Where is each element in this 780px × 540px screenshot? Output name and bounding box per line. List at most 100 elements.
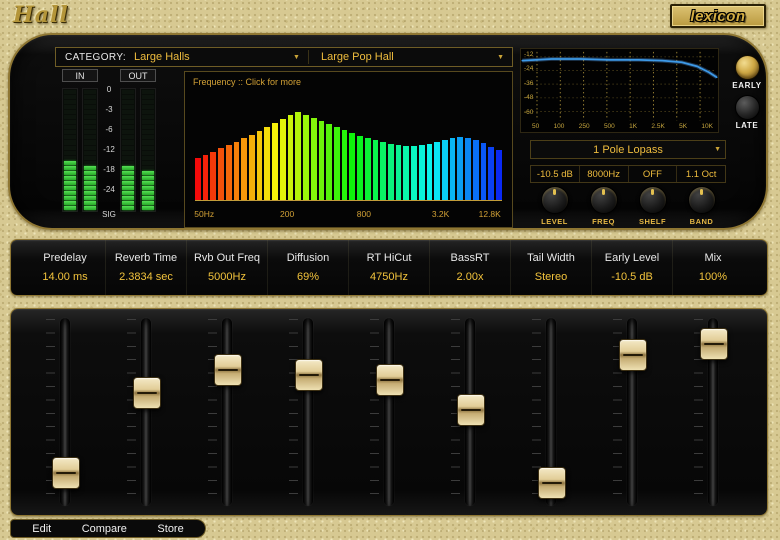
led-segment xyxy=(142,181,154,185)
compare-button[interactable]: Compare xyxy=(82,523,127,535)
led-segment xyxy=(122,105,134,109)
parameter-strip: Predelay14.00 msReverb Time2.3834 secRvb… xyxy=(10,239,768,296)
spectrum-bar xyxy=(481,143,487,200)
knob-label-shelf: SHELF xyxy=(639,217,666,226)
led-segment xyxy=(84,156,96,160)
display-panel: CATEGORY: Large Halls ▼ Large Pop Hall ▼… xyxy=(8,33,768,230)
param-cell-bassrt[interactable]: BassRT2.00x xyxy=(430,240,511,295)
knob-band[interactable] xyxy=(688,186,716,214)
spectrum-bar xyxy=(295,112,301,200)
early-button[interactable] xyxy=(735,55,760,80)
eq-y-tick-label: -36 xyxy=(524,81,533,88)
spectrum-bar xyxy=(442,140,448,200)
led-segment xyxy=(142,176,154,180)
fader-track-rt-hicut[interactable] xyxy=(384,318,394,506)
param-cell-diffusion[interactable]: Diffusion69% xyxy=(268,240,349,295)
param-cell-rvb-out-freq[interactable]: Rvb Out Freq5000Hz xyxy=(187,240,268,295)
lexicon-logo: lexicon xyxy=(670,4,766,28)
chevron-down-icon[interactable]: ▼ xyxy=(489,54,512,61)
footer-bar: Edit Compare Store xyxy=(10,519,206,538)
late-button[interactable] xyxy=(735,95,760,120)
led-segment xyxy=(84,171,96,175)
led-segment xyxy=(84,186,96,190)
fader-tick-marks xyxy=(370,319,379,505)
led-segment xyxy=(142,166,154,170)
spectrum-bar xyxy=(388,144,394,200)
fader-handle-rt-hicut[interactable] xyxy=(376,364,404,396)
led-segment xyxy=(64,166,76,170)
spectrum-bar xyxy=(195,158,201,200)
led-segment xyxy=(84,105,96,109)
spectrum-tick-label: 3.2K xyxy=(432,209,450,219)
led-segment xyxy=(122,151,134,155)
fader-tail-width xyxy=(510,309,591,515)
filter-type-select[interactable]: 1 Pole Lopass ▼ xyxy=(530,140,726,159)
knob-value-level[interactable]: -10.5 dB xyxy=(531,166,580,182)
chevron-down-icon[interactable]: ▼ xyxy=(714,146,721,153)
spectrum-bar xyxy=(303,115,309,200)
fader-handle-reverb-time[interactable] xyxy=(133,377,161,409)
edit-button[interactable]: Edit xyxy=(32,523,51,535)
knob-value-shelf[interactable]: OFF xyxy=(629,166,678,182)
fader-handle-early-level[interactable] xyxy=(619,339,647,371)
fader-track-rvb-out-freq[interactable] xyxy=(222,318,232,506)
param-cell-mix[interactable]: Mix100% xyxy=(673,240,753,295)
spectrum-bar xyxy=(226,145,232,200)
knob-row: LEVELFREQSHELFBAND xyxy=(530,184,726,226)
preset-select[interactable]: Large Pop Hall xyxy=(309,51,394,63)
led-segment xyxy=(84,206,96,210)
eq-x-tick-label: 5K xyxy=(679,123,687,130)
led-segment xyxy=(64,125,76,129)
led-segment xyxy=(84,115,96,119)
fader-handle-mix[interactable] xyxy=(700,328,728,360)
fader-track-diffusion[interactable] xyxy=(303,318,313,506)
store-button[interactable]: Store xyxy=(157,523,183,535)
fader-handle-bassrt[interactable] xyxy=(457,394,485,426)
param-cell-tail-width[interactable]: Tail WidthStereo xyxy=(511,240,592,295)
window-title: Hall xyxy=(13,2,69,28)
spectrum-bar xyxy=(357,136,363,200)
spectrum-bar xyxy=(218,148,224,200)
fader-track-reverb-time[interactable] xyxy=(141,318,151,506)
led-segment xyxy=(84,161,96,165)
spectrum-ticks: 50Hz2008003.2K12.8K xyxy=(195,209,502,220)
param-label-tail-width: Tail Width xyxy=(527,252,575,264)
knob-level[interactable] xyxy=(541,186,569,214)
frequency-display[interactable]: Frequency :: Click for more 50Hz2008003.… xyxy=(184,71,513,228)
meter-scale-label: 0 xyxy=(98,86,120,94)
eq-grid xyxy=(521,49,718,132)
knob-shelf[interactable] xyxy=(639,186,667,214)
meter-column-out-right xyxy=(140,88,156,212)
spectrum-bar xyxy=(380,142,386,200)
led-segment xyxy=(142,146,154,150)
knob-freq[interactable] xyxy=(590,186,618,214)
spectrum-bar xyxy=(419,145,425,200)
param-cell-reverb-time[interactable]: Reverb Time2.3834 sec xyxy=(106,240,187,295)
param-cell-predelay[interactable]: Predelay14.00 ms xyxy=(25,240,106,295)
spectrum-bar xyxy=(488,147,494,200)
eq-x-labels: 501002505001K2.5K5K10K xyxy=(532,123,713,130)
spectrum-bar xyxy=(249,135,255,200)
led-segment xyxy=(64,90,76,94)
spectrum-bar xyxy=(241,138,247,200)
chevron-down-icon[interactable]: ▼ xyxy=(285,54,308,61)
fader-handle-rvb-out-freq[interactable] xyxy=(214,354,242,386)
param-value-early-level: -10.5 dB xyxy=(611,271,653,283)
led-segment xyxy=(64,186,76,190)
spectrum-tick-label: 50Hz xyxy=(194,209,214,219)
knob-value-band[interactable]: 1.1 Oct xyxy=(677,166,725,182)
frequency-display-title: Frequency :: Click for more xyxy=(193,77,301,87)
led-segment xyxy=(64,181,76,185)
fader-handle-predelay[interactable] xyxy=(52,457,80,489)
fader-handle-diffusion[interactable] xyxy=(295,359,323,391)
knob-value-freq[interactable]: 8000Hz xyxy=(580,166,629,182)
led-segment xyxy=(84,201,96,205)
led-segment xyxy=(122,95,134,99)
late-label: LATE xyxy=(724,121,770,130)
param-cell-early-level[interactable]: Early Level-10.5 dB xyxy=(592,240,673,295)
param-label-rt-hicut: RT HiCut xyxy=(367,252,412,264)
fader-handle-tail-width[interactable] xyxy=(538,467,566,499)
category-select[interactable]: Large Halls xyxy=(134,51,190,63)
spectrum-bar xyxy=(465,138,471,200)
param-cell-rt-hicut[interactable]: RT HiCut4750Hz xyxy=(349,240,430,295)
